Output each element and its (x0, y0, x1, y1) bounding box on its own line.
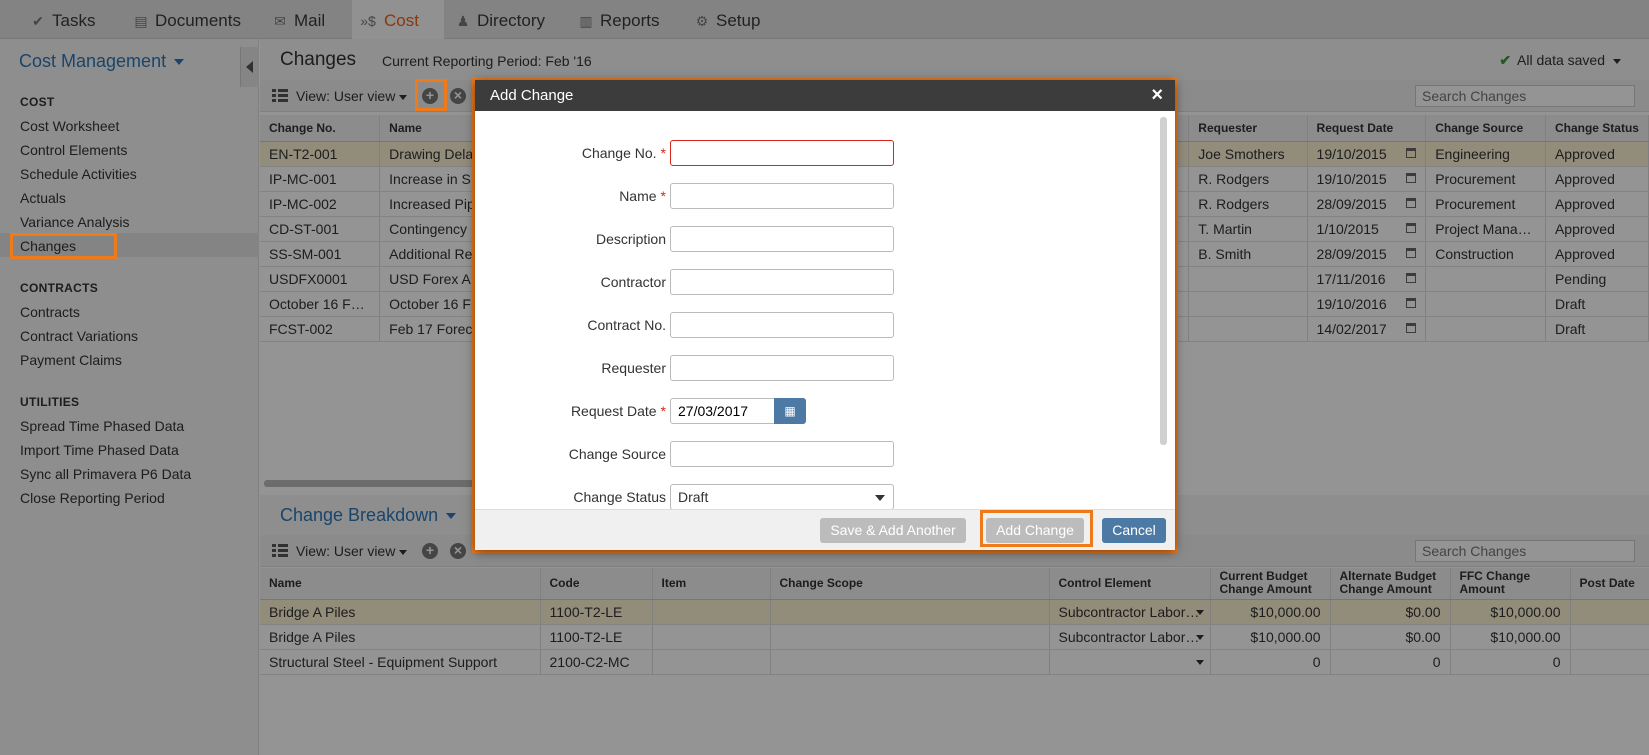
field-label: Contract No. (587, 317, 666, 333)
field-label: Request Date * (570, 403, 666, 419)
field-label: Change No. * (581, 145, 666, 161)
required-marker: * (660, 403, 666, 419)
dialog-body: Change No. * Name * Description Contractor… (475, 111, 1175, 509)
name-input[interactable] (670, 183, 894, 209)
change-no-input[interactable] (670, 140, 894, 166)
highlight-add-button (415, 79, 447, 111)
field-label: Description (595, 231, 666, 247)
close-icon[interactable]: × (1151, 80, 1163, 111)
change-source-input[interactable] (670, 441, 894, 467)
field-label: Change Status (573, 489, 666, 505)
field-label: Name * (619, 188, 666, 204)
cancel-button[interactable]: Cancel (1102, 518, 1166, 543)
calendar-icon[interactable]: ▦ (774, 398, 806, 424)
field-label: Contractor (600, 274, 666, 290)
change-status-select[interactable]: Draft (670, 484, 894, 509)
save-add-another-button[interactable]: Save & Add Another (820, 518, 966, 543)
field-label: Change Source (568, 446, 666, 462)
highlight-changes-menu (10, 233, 117, 259)
field-label: Requester (601, 360, 666, 376)
required-marker: * (660, 145, 666, 161)
add-change-dialog: Add Change × Change No. * Name * Descriptio… (475, 80, 1175, 550)
dialog-scrollbar[interactable] (1160, 117, 1167, 445)
contractor-input[interactable] (670, 269, 894, 295)
request-date-input[interactable] (670, 398, 775, 424)
contract-no-input[interactable] (670, 312, 894, 338)
requester-input[interactable] (670, 355, 894, 381)
description-input[interactable] (670, 226, 894, 252)
required-marker: * (660, 188, 666, 204)
dialog-header: Add Change × (475, 80, 1175, 111)
chevron-down-icon (875, 495, 885, 501)
highlight-add-change-button (980, 510, 1093, 547)
